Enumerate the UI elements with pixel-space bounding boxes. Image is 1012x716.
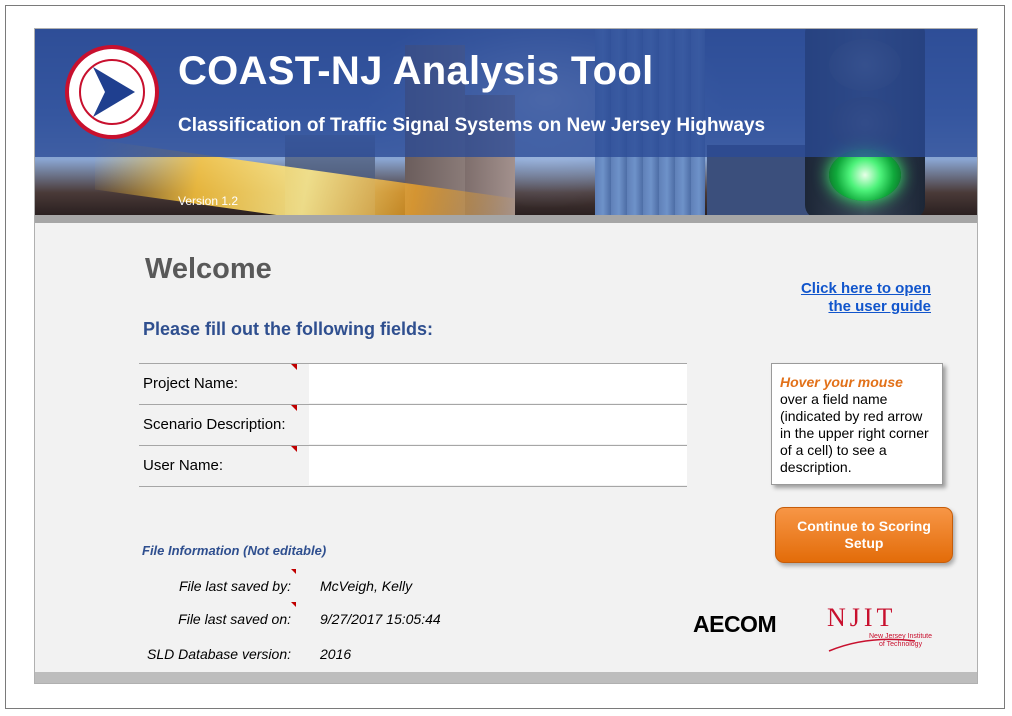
form-row-user-name: User Name:	[139, 445, 687, 487]
form-row-scenario-description: Scenario Description:	[139, 404, 687, 445]
scenario-description-input[interactable]	[309, 405, 687, 444]
file-info-heading: File Information (Not editable)	[142, 543, 327, 558]
njit-subtitle-line1: New Jersey Institute	[869, 633, 933, 640]
njdot-seal-logo	[65, 45, 159, 139]
comment-indicator-icon	[291, 602, 296, 607]
saved-on-value: 9/27/2017 15:05:44	[320, 611, 441, 627]
banner-divider	[35, 215, 977, 223]
njit-subtitle-line2: of Technology	[879, 641, 923, 648]
hint-text: over a field name (indicated by red arro…	[780, 391, 929, 475]
project-name-input[interactable]	[309, 364, 687, 403]
saved-by-value: McVeigh, Kelly	[320, 578, 413, 594]
header-banner: COAST-NJ Analysis Tool Classification of…	[35, 29, 977, 215]
comment-indicator-icon	[291, 446, 297, 452]
hint-emphasis: Hover your mouse	[780, 374, 903, 390]
bottom-divider	[35, 672, 977, 683]
user-name-input[interactable]	[309, 446, 687, 485]
aecom-logo: AECOM	[693, 611, 777, 637]
continue-to-scoring-button[interactable]: Continue to Scoring Setup	[775, 507, 953, 563]
continue-button-label-line1: Continue to Scoring	[797, 518, 931, 534]
saved-on-label[interactable]: File last saved on:	[35, 611, 291, 627]
njit-logo: NJIT New Jersey Institute of Technology	[827, 603, 932, 652]
hover-hint-box: Hover your mouse over a field name (indi…	[771, 363, 943, 485]
sld-version-label: SLD Database version:	[147, 646, 291, 662]
user-guide-link-line2[interactable]: the user guide	[801, 298, 931, 316]
app-title: COAST-NJ Analysis Tool	[178, 49, 654, 93]
comment-indicator-icon	[291, 364, 297, 370]
app-subtitle: Classification of Traffic Signal Systems…	[178, 115, 766, 136]
saved-by-label[interactable]: File last saved by:	[35, 578, 291, 594]
form-row-project-name: Project Name:	[139, 363, 687, 404]
njit-wordmark: NJIT	[827, 603, 897, 632]
comment-indicator-icon	[291, 405, 297, 411]
continue-button-label-line2: Setup	[844, 535, 884, 551]
welcome-heading: Welcome	[145, 253, 272, 285]
sld-version-value: 2016	[320, 646, 352, 662]
user-name-label[interactable]: User Name:	[143, 446, 223, 486]
version-label: Version 1.2	[178, 194, 239, 208]
project-name-label[interactable]: Project Name:	[143, 364, 238, 404]
arrow-icon	[93, 67, 135, 117]
scenario-description-label[interactable]: Scenario Description:	[143, 405, 286, 445]
fill-fields-prompt: Please fill out the following fields:	[143, 319, 434, 339]
user-guide-link-line1[interactable]: Click here to open	[801, 280, 931, 298]
comment-indicator-icon	[291, 569, 296, 574]
user-guide-link[interactable]: Click here to open the user guide	[801, 280, 931, 316]
njit-subtitle: New Jersey Institute of Technology	[869, 633, 932, 649]
welcome-sheet: COAST-NJ Analysis Tool Classification of…	[34, 28, 978, 684]
project-form: Project Name: Scenario Description: User…	[139, 363, 687, 487]
